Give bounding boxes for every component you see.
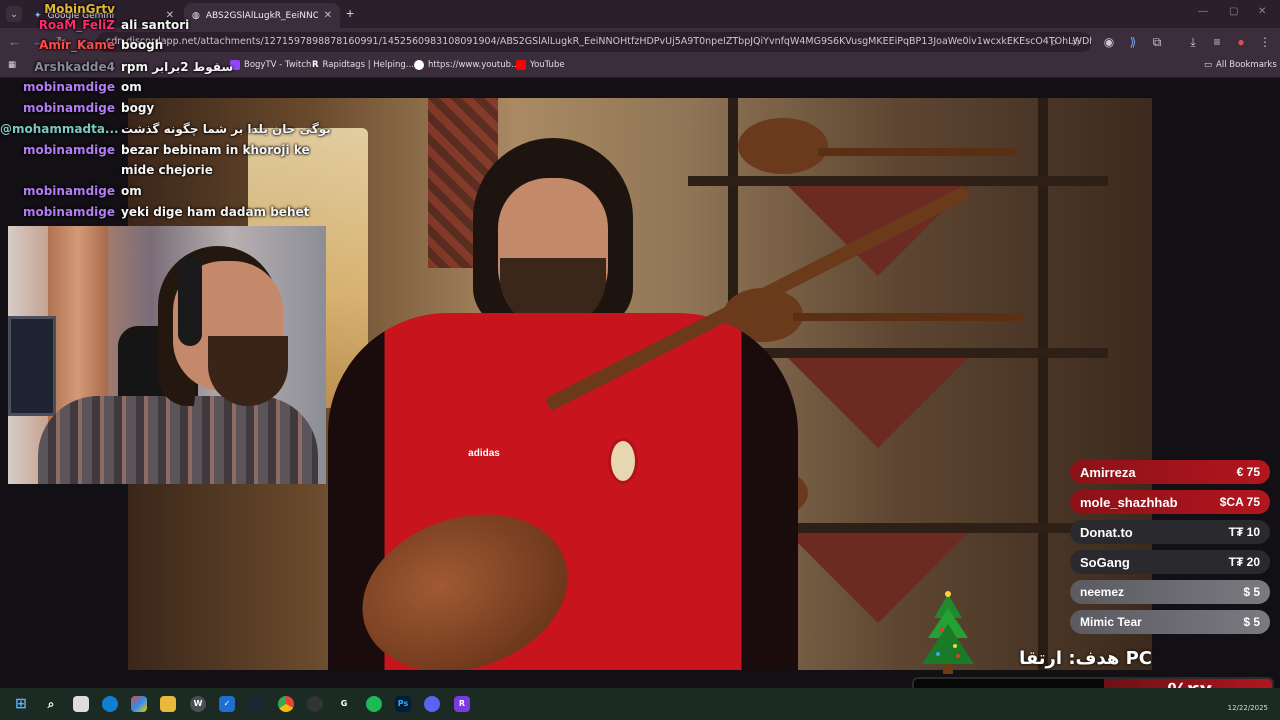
file-explorer-icon[interactable]	[160, 696, 176, 712]
search-icon[interactable]: ⌕	[43, 696, 59, 712]
media-icon[interactable]: ≡	[1210, 35, 1224, 49]
chat-text: rpm سقوط 2برابر	[121, 60, 234, 74]
browser-tab-bar: ⌄ ✦ Google Gemini ✕ ◍ ABS2GSlAlLugkR_Eei…	[0, 0, 1280, 28]
bookmark-youtube[interactable]: YouTube	[516, 60, 565, 70]
chat-username[interactable]: MobinGrtv	[0, 2, 115, 16]
bookmark-google[interactable]: https://www.youtub...	[414, 60, 519, 70]
bookmark-label: YouTube	[530, 60, 565, 70]
all-bookmarks-label: All Bookmarks	[1216, 60, 1277, 70]
chat-text: yeki dige ham dadam behet	[121, 205, 310, 219]
photoshop-icon[interactable]: Ps	[395, 696, 411, 712]
taskbar-clock[interactable]: 12/22/2025	[1228, 704, 1268, 712]
folder-icon: ▭	[1204, 60, 1213, 70]
adidas-logo: adidas	[468, 448, 500, 459]
chat-text: bogy	[121, 101, 155, 115]
shelf-cloth	[788, 358, 968, 448]
donation-row: Amirreza € 75	[1070, 460, 1270, 484]
chat-text: ali santori	[121, 18, 190, 32]
edge-icon[interactable]	[102, 696, 118, 712]
plaid-shirt	[38, 396, 318, 484]
chrome-icon[interactable]	[278, 696, 294, 712]
extension-icon[interactable]: ⟫	[1126, 35, 1140, 49]
app-icon[interactable]: ✓	[219, 696, 235, 712]
bookmark-twitch[interactable]: BogyTV - Twitch	[230, 60, 311, 70]
app-icon[interactable]	[307, 696, 323, 712]
goal-label: هدف: ارتقا PC	[1019, 648, 1152, 669]
chat-username[interactable]: Arshkadde4	[0, 60, 115, 74]
chat-text: om	[121, 184, 142, 198]
google-icon	[414, 60, 424, 70]
discord-icon[interactable]	[424, 696, 440, 712]
new-tab-button[interactable]: +	[346, 6, 354, 20]
youtube-icon	[516, 60, 526, 70]
close-tab-icon[interactable]: ✕	[324, 10, 332, 21]
donation-row: SoGang T₮ 20	[1070, 550, 1270, 574]
screen: ⌄ ✦ Google Gemini ✕ ◍ ABS2GSlAlLugkR_Eei…	[0, 0, 1280, 720]
donation-row: neemez $ 5	[1070, 580, 1270, 604]
zoom-icon[interactable]: ⌕	[1047, 35, 1061, 49]
chat-username[interactable]: @mohammadta...	[0, 122, 119, 136]
webcam-overlay	[8, 226, 326, 484]
chat-username[interactable]: mobinamdige	[0, 101, 115, 115]
chat-text: mide chejorie	[121, 163, 213, 177]
windows-taskbar: ⊞ ⌕ W ✓ G Ps R 12/22/2025	[0, 688, 1280, 720]
chat-username[interactable]: mobinamdige	[0, 80, 115, 94]
club-crest	[608, 438, 638, 484]
bookmark-rapidtags[interactable]: R Rapidtags | Helping...	[312, 60, 414, 70]
bookmark-label: https://www.youtub...	[428, 60, 520, 70]
all-bookmarks[interactable]: ▭ All Bookmarks	[1204, 60, 1277, 70]
chat-username[interactable]: mobinamdige	[0, 184, 115, 198]
tab-attachment[interactable]: ◍ ABS2GSlAlLugkR_EeiNNOHtfzHD ✕	[184, 3, 340, 28]
donation-row: Donat.to T₮ 10	[1070, 520, 1270, 544]
app-icon[interactable]: G	[336, 696, 352, 712]
setar-neck	[793, 313, 1023, 321]
chat-username[interactable]: RoaM_FeliZ	[0, 18, 115, 32]
rapidtags-icon: R	[312, 60, 319, 70]
headset	[178, 256, 202, 346]
puzzle-icon[interactable]: ⧉	[1150, 35, 1164, 49]
chat-username[interactable]: mobinamdige	[0, 205, 115, 219]
donation-row: Mimic Tear $ 5	[1070, 610, 1270, 634]
bookmark-label: Rapidtags | Helping...	[322, 60, 414, 70]
avatar[interactable]: ●	[1234, 35, 1248, 49]
streamer-beard	[208, 336, 288, 406]
steam-icon[interactable]	[248, 696, 264, 712]
copilot-icon[interactable]	[131, 696, 147, 712]
setar-neck	[818, 148, 1018, 156]
menu-icon[interactable]: ⋮	[1258, 35, 1272, 49]
monitor	[8, 316, 56, 416]
start-icon[interactable]: ⊞	[13, 696, 29, 712]
tab-label: ABS2GSlAlLugkR_EeiNNOHtfzHD	[205, 10, 318, 21]
extension-icon[interactable]: ◉	[1102, 35, 1116, 49]
chat-text: بوگی جان یلدا بر شما چگونه گذشت	[121, 122, 331, 136]
address-bar[interactable]: cdn.discordapp.net/attachments/127159789…	[96, 32, 1092, 52]
star-icon[interactable]: ☆	[1069, 35, 1083, 49]
app-icon[interactable]: R	[454, 696, 470, 712]
chat-text: bezar bebinam in khoroji ke	[121, 143, 310, 157]
donation-row: mole_shazhhab $CA 75	[1070, 490, 1270, 514]
maximize-icon[interactable]: ▢	[1229, 6, 1238, 17]
spotify-icon[interactable]	[366, 696, 382, 712]
bookmark-label: BogyTV - Twitch	[244, 60, 312, 70]
chat-username[interactable]: mobinamdige	[0, 143, 115, 157]
browser-toolbar: ← → ↻ cdn.discordapp.net/attachments/127…	[0, 28, 1280, 56]
globe-icon: ◍	[192, 10, 200, 21]
chat-username[interactable]: Amir_Kame	[0, 38, 115, 52]
chat-text: boogh	[121, 38, 164, 52]
chat-text: om	[121, 80, 142, 94]
close-window-icon[interactable]: ✕	[1258, 6, 1266, 17]
minimize-icon[interactable]: —	[1198, 6, 1208, 17]
task-view-icon[interactable]	[73, 696, 89, 712]
app-icon[interactable]: W	[190, 696, 206, 712]
download-icon[interactable]: ⤓	[1186, 35, 1200, 49]
christmas-tree-icon	[922, 591, 974, 674]
